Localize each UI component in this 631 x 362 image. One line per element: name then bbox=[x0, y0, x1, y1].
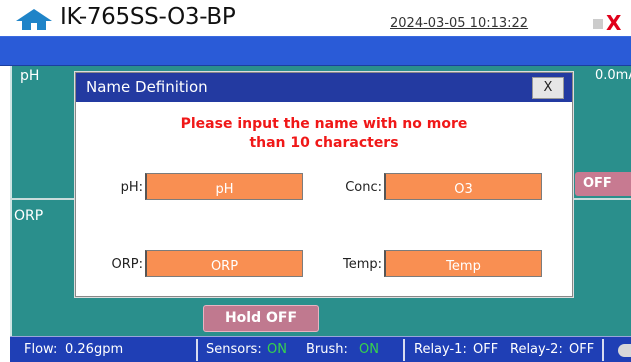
flow-label: Flow: bbox=[24, 342, 58, 357]
status-divider bbox=[403, 339, 405, 361]
orp-panel-label: ORP bbox=[14, 208, 44, 224]
dialog-title: Name Definition bbox=[86, 78, 208, 96]
status-bar: Flow: 0.26gpm Sensors: ON Brush: ON Rela… bbox=[10, 336, 631, 362]
dialog-message-line1: Please input the name with no more bbox=[180, 116, 468, 132]
relay1-label: Relay-1: bbox=[414, 342, 467, 357]
flow-value: 0.26gpm bbox=[65, 342, 124, 357]
status-divider bbox=[602, 339, 604, 361]
ph-name-input[interactable]: pH bbox=[145, 173, 303, 200]
relay1-value: OFF bbox=[473, 342, 499, 357]
brush-label: Brush: bbox=[306, 342, 348, 357]
conc-field-label: Conc: bbox=[345, 180, 382, 195]
dialog-close-button[interactable]: X bbox=[532, 77, 564, 99]
sensors-label: Sensors: bbox=[206, 342, 262, 357]
temp-name-input[interactable]: Temp bbox=[384, 250, 542, 277]
hold-button[interactable]: Hold OFF bbox=[203, 305, 319, 332]
window-square-icon bbox=[593, 19, 603, 29]
sensors-value: ON bbox=[267, 342, 287, 357]
relay-off-button[interactable]: OFF bbox=[575, 172, 631, 196]
title-bar: IK-765SS-O3-BP 2024-03-05 10:13:22 X bbox=[0, 0, 631, 36]
current-reading: 0.0mA bbox=[595, 68, 631, 83]
dialog-message-line2: than 10 characters bbox=[249, 135, 399, 151]
status-divider bbox=[196, 339, 198, 361]
home-icon[interactable] bbox=[14, 8, 54, 30]
orp-field-label: ORP: bbox=[111, 257, 143, 272]
orp-name-input[interactable]: ORP bbox=[145, 250, 303, 277]
relay2-value: OFF bbox=[569, 342, 595, 357]
brush-value: ON bbox=[359, 342, 379, 357]
app-close-button[interactable]: X bbox=[606, 11, 621, 35]
toggle-icon[interactable] bbox=[618, 344, 631, 357]
relay2-label: Relay-2: bbox=[510, 342, 563, 357]
conc-name-input[interactable]: O3 bbox=[384, 173, 542, 200]
app-title: IK-765SS-O3-BP bbox=[60, 4, 236, 30]
dialog-titlebar: Name Definition X bbox=[76, 73, 572, 102]
dialog-message: Please input the name with no more than … bbox=[76, 115, 572, 153]
datetime-display: 2024-03-05 10:13:22 bbox=[390, 16, 529, 31]
ph-field-label: pH: bbox=[120, 180, 143, 195]
name-definition-dialog: Name Definition X Please input the name … bbox=[75, 72, 573, 297]
temp-field-label: Temp: bbox=[342, 257, 382, 272]
ph-panel-label: pH bbox=[20, 68, 40, 84]
header-blue-bar bbox=[0, 36, 631, 66]
